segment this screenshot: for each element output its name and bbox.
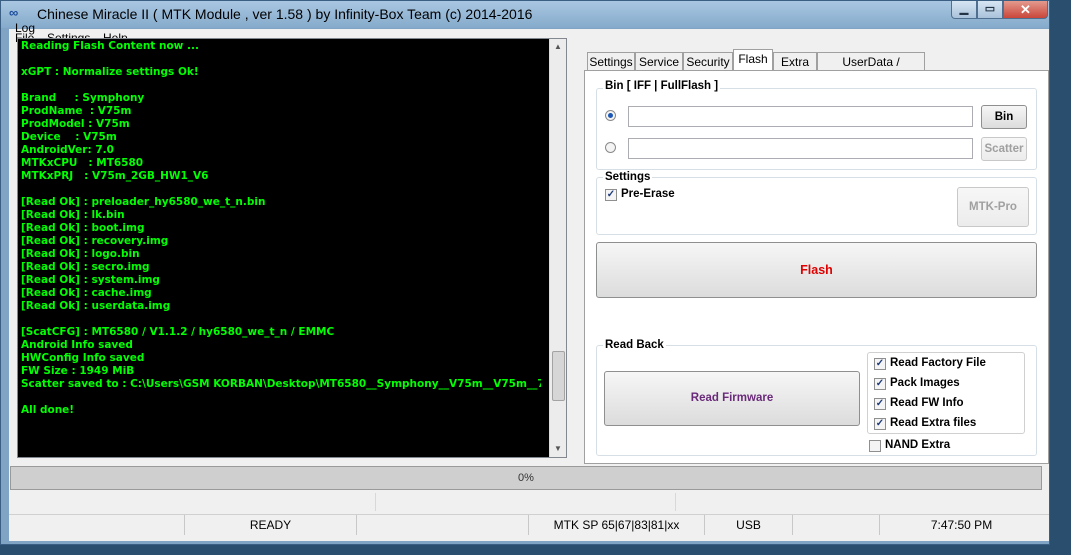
minimize-button[interactable]: ▁ [951,1,977,19]
status-protocol: MTK SP 65|67|83|81|xx [529,515,705,535]
progress-text: 0% [518,472,534,484]
read-firmware-button[interactable]: Read Firmware [604,371,860,426]
tab-settings[interactable]: Settings [587,52,635,70]
secondary-status-cell [376,493,676,511]
read-fw-info-checkbox[interactable]: ✓ [874,398,886,410]
status-ready: READY [185,515,357,535]
read-extra-files-checkbox[interactable]: ✓ [874,418,886,430]
log-text: Reading Flash Content now ... xGPT : Nor… [21,40,541,416]
title-bar: ∞ Chinese Miracle II ( MTK Module , ver … [1,1,1049,28]
maximize-button[interactable]: ▭ [977,1,1003,19]
log-label: Log [15,21,36,35]
log-scrollbar[interactable]: ▲ ▼ [549,39,566,457]
tab-flash[interactable]: Flash [733,49,773,70]
scatter-radio[interactable] [605,142,616,153]
bin-button[interactable]: Bin [981,105,1027,129]
pack-images-label: Pack Images [890,377,960,389]
progress-bar: 0% [10,466,1042,490]
status-connection: USB [705,515,793,535]
settings-group-title: Settings [603,171,653,183]
status-time: 7:47:50 PM [879,515,1043,535]
flash-tab-page: Bin [ IFF | FullFlash ] Bin Scatter Sett… [584,70,1049,464]
secondary-status-cell [9,493,376,511]
tab-extra[interactable]: Extra [773,52,817,70]
scatter-button[interactable]: Scatter [981,137,1027,161]
scroll-down-icon[interactable]: ▼ [550,441,566,457]
settings-group: Settings ✓ Pre-Erase MTK-Pro [596,171,1037,235]
read-factory-file-label: Read Factory File [890,357,986,369]
read-firmware-label: Read Firmware [690,392,774,404]
status-cell-blank [357,515,529,535]
read-back-group: Read Back Read Firmware ✓ Read Factory F… [596,339,1037,456]
status-cell-blank [793,515,879,535]
scroll-thumb[interactable] [552,351,565,401]
status-cell-blank [9,515,185,535]
app-window: ∞ Chinese Miracle II ( MTK Module , ver … [0,0,1050,545]
pre-erase-label: Pre-Erase [621,188,675,200]
bin-group-title: Bin [ IFF | FullFlash ] [603,80,721,92]
pre-erase-checkbox[interactable]: ✓ [605,189,617,201]
mtk-pro-button[interactable]: MTK-Pro [957,187,1029,227]
read-fw-info-label: Read FW Info [890,397,964,409]
read-back-group-title: Read Back [603,339,666,351]
log-panel[interactable]: Reading Flash Content now ... xGPT : Nor… [17,38,567,458]
bin-path-field[interactable] [628,106,973,127]
flash-button-label: Flash [800,263,833,277]
tab-userdata-forensic[interactable]: UserData / Forensic [817,52,925,87]
scatter-path-field[interactable] [628,138,973,159]
read-factory-file-checkbox[interactable]: ✓ [874,358,886,370]
app-logo-icon: ∞ [9,5,19,20]
bin-group: Bin [ IFF | FullFlash ] Bin Scatter [596,80,1037,170]
status-bar: READY MTK SP 65|67|83|81|xx USB 7:47:50 … [9,514,1049,535]
tab-service[interactable]: Service [635,52,683,70]
window-title: Chinese Miracle II ( MTK Module , ver 1.… [37,6,533,22]
tab-security[interactable]: Security [683,52,733,70]
secondary-status-bar [9,493,1049,511]
flash-button[interactable]: Flash [596,242,1037,298]
read-extra-files-label: Read Extra files [890,417,977,429]
nand-extra-checkbox[interactable] [869,440,881,452]
close-button[interactable]: ✕ [1003,1,1048,19]
nand-extra-label: NAND Extra [885,439,951,451]
readback-options-box: ✓ Read Factory File ✓ Pack Images ✓ Read… [867,352,1025,434]
pack-images-checkbox[interactable]: ✓ [874,378,886,390]
scroll-up-icon[interactable]: ▲ [550,39,566,55]
bin-radio[interactable] [605,110,616,121]
